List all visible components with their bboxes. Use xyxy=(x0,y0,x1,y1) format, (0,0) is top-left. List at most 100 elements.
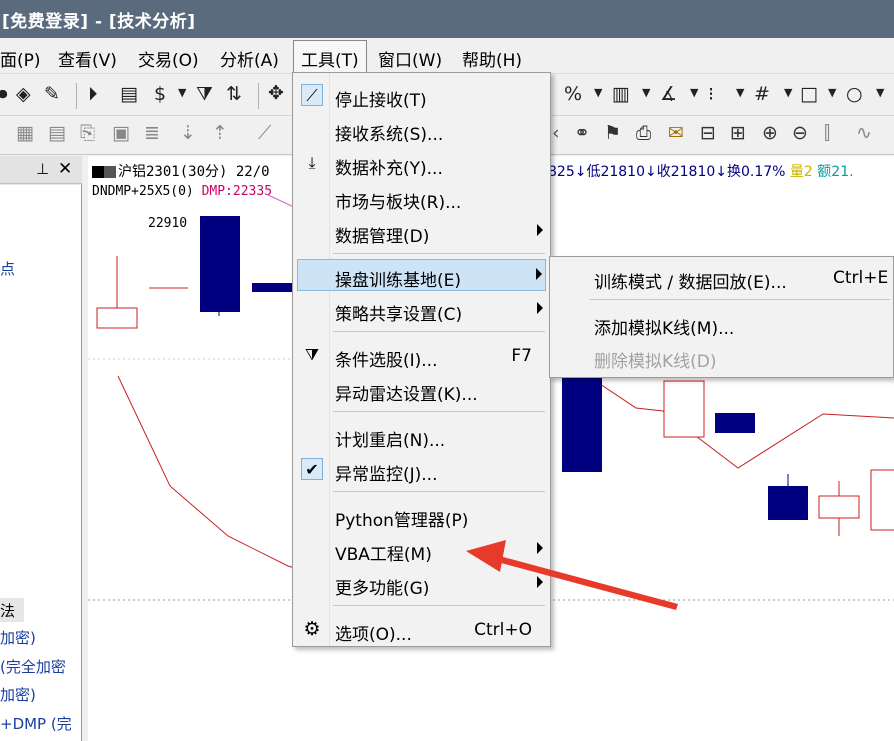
download-icon: ⤓ xyxy=(308,153,316,172)
tools-menu: ⟋ 停止接收(T) 接收系统(S)... ⤓ 数据补充(Y)... 市场与板块(… xyxy=(292,72,551,647)
angle-icon[interactable]: ∡ xyxy=(660,83,677,105)
menu-item-strategy-sharing[interactable]: 策略共享设置(C) xyxy=(293,293,550,325)
left-panel-header: ⊥ ✕ xyxy=(0,156,82,184)
print-icon[interactable]: ⎙ xyxy=(636,122,651,144)
left-panel-item[interactable]: +DMP (完 xyxy=(0,713,72,734)
submenu-arrow-icon xyxy=(537,576,543,588)
menu-item-anomaly-monitor[interactable]: ✔ 异常监控(J)... xyxy=(293,453,550,485)
menu-bar: 面(P) 查看(V) 交易(O) 分析(A) 工具(T) 窗口(W) 帮助(H) xyxy=(0,38,894,76)
left-panel-item[interactable]: 法 xyxy=(0,600,15,621)
title-bar: [免费登录] - [技术分析] xyxy=(0,0,894,38)
left-panel-item[interactable]: 加密) xyxy=(0,627,36,648)
menu-item-vba-project[interactable]: VBA工程(M) xyxy=(293,533,550,565)
submenu-item-training-mode[interactable]: 训练模式 / 数据回放(E)... Ctrl+E xyxy=(550,262,894,293)
edit-icon[interactable]: ✎ xyxy=(44,83,60,105)
chart-line-icon[interactable]: ⟋ xyxy=(258,122,271,144)
menu-help[interactable]: 帮助(H) xyxy=(462,46,522,71)
left-panel-item[interactable]: 加密) xyxy=(0,684,36,705)
columns-icon[interactable]: ▥ xyxy=(612,83,630,105)
dropdown-arrow-icon[interactable]: ▼ xyxy=(690,86,698,99)
menu-item-condition-screening[interactable]: ⧩ 条件选股(I)... F7 xyxy=(293,339,550,371)
dropdown-arrow-icon[interactable]: ▼ xyxy=(594,86,602,99)
list-icon[interactable]: ▤ xyxy=(48,122,66,144)
left-panel-item[interactable]: (完全加密 xyxy=(0,656,66,677)
link-icon: ⟋ xyxy=(301,84,323,106)
menu-tools[interactable]: 工具(T) xyxy=(293,40,367,76)
percent-icon[interactable]: % xyxy=(564,83,582,105)
menu-item-radar-settings[interactable]: 异动雷达设置(K)... xyxy=(293,373,550,405)
candle-down xyxy=(200,216,240,312)
stack-icon[interactable]: ≣ xyxy=(144,122,160,144)
training-submenu: 训练模式 / 数据回放(E)... Ctrl+E 添加模拟K线(M)... 删除… xyxy=(549,256,894,378)
dropdown-arrow-icon[interactable]: ▼ xyxy=(876,86,884,99)
submenu-arrow-icon xyxy=(537,224,543,236)
submenu-arrow-icon xyxy=(536,268,542,280)
filter-toolbar-icon[interactable]: ⧩ xyxy=(196,83,213,105)
menu-page[interactable]: 面(P) xyxy=(0,46,41,71)
save-icon[interactable]: ⊟ xyxy=(700,122,716,144)
binoculars-icon[interactable]: ⚭ xyxy=(574,122,590,144)
circle-icon[interactable]: ○ xyxy=(846,83,863,105)
candle-up xyxy=(870,469,894,531)
menu-item-data-supplement[interactable]: ⤓ 数据补充(Y)... xyxy=(293,147,550,179)
menu-item-python-manager[interactable]: Python管理器(P) xyxy=(293,499,550,531)
left-panel: ⊥ ✕ 点 法 加密) (完全加密 加密) +DMP (完 xyxy=(0,156,82,741)
bracket-icon[interactable]: ⁝ xyxy=(708,83,714,105)
menu-item-receive-system[interactable]: 接收系统(S)... xyxy=(293,113,550,145)
candle-up xyxy=(96,307,138,329)
gear-icon: ⚙ xyxy=(303,618,321,640)
dropdown-arrow-icon[interactable]: ▼ xyxy=(784,86,792,99)
menu-item-stop-receive[interactable]: ⟋ 停止接收(T) xyxy=(293,79,550,111)
zoom-out-icon[interactable]: ⊖ xyxy=(792,122,808,144)
sort-asc-icon[interactable]: ⇣ xyxy=(180,122,196,144)
submenu-item-delete-sim-kline: 删除模拟K线(D) xyxy=(594,352,717,372)
candle-up xyxy=(663,380,705,438)
rectangle-icon[interactable]: □ xyxy=(800,83,818,105)
back-icon[interactable]: ‹ xyxy=(552,122,560,144)
signal-icon[interactable]: ◈ xyxy=(16,83,31,105)
menu-trade[interactable]: 交易(O) xyxy=(138,46,199,71)
menu-item-training-base[interactable]: 操盘训练基地(E) xyxy=(297,259,546,291)
dropdown-arrow-icon[interactable]: ▼ xyxy=(828,86,836,99)
submenu-arrow-icon xyxy=(537,542,543,554)
sort-desc-icon[interactable]: ⇡ xyxy=(212,122,228,144)
candle-icon[interactable]: ⫿ xyxy=(824,122,830,144)
menu-item-market-sectors[interactable]: 市场与板块(R)... xyxy=(293,181,550,213)
move-icon[interactable]: ✥ xyxy=(268,82,284,104)
note-icon[interactable]: ✉ xyxy=(668,122,684,144)
menu-window[interactable]: 窗口(W) xyxy=(378,46,442,71)
record-icon[interactable]: ⏺ xyxy=(0,83,8,105)
dropdown-arrow-icon[interactable]: ▼ xyxy=(642,86,650,99)
menu-item-options[interactable]: ⚙ 选项(O)... Ctrl+O xyxy=(293,613,550,645)
dollar-icon[interactable]: $ xyxy=(154,83,166,105)
candle-down xyxy=(768,486,808,520)
dropdown-arrow-icon[interactable]: ▼ xyxy=(178,86,186,99)
menu-item-scheduled-restart[interactable]: 计划重启(N)... xyxy=(293,419,550,451)
grid-icon[interactable]: # xyxy=(754,83,770,105)
layout-icon[interactable]: ⊞ xyxy=(730,122,746,144)
table-icon[interactable]: ▦ xyxy=(16,122,34,144)
flag-icon[interactable]: ⚑ xyxy=(604,122,621,144)
dropdown-arrow-icon[interactable]: ▼ xyxy=(736,86,744,99)
window-icon[interactable]: ▣ xyxy=(112,122,130,144)
filter-icon: ⧩ xyxy=(304,345,320,364)
document-icon[interactable]: ▤ xyxy=(120,83,138,105)
menu-view[interactable]: 查看(V) xyxy=(58,46,117,71)
menu-item-more-features[interactable]: 更多功能(G) xyxy=(293,567,550,599)
close-icon[interactable]: ✕ xyxy=(58,159,72,179)
check-icon: ✔ xyxy=(301,458,323,480)
menu-item-data-management[interactable]: 数据管理(D) xyxy=(293,215,550,247)
copy-icon[interactable]: ⎘ xyxy=(80,122,95,144)
zoom-in-icon[interactable]: ⊕ xyxy=(762,122,778,144)
candle-up xyxy=(818,495,860,519)
candle-down xyxy=(715,413,755,433)
left-panel-item[interactable]: 点 xyxy=(0,258,15,279)
updown-icon[interactable]: ⇅ xyxy=(226,83,242,105)
submenu-item-add-sim-kline[interactable]: 添加模拟K线(M)... xyxy=(550,308,894,339)
play-icon[interactable]: ⏵ xyxy=(88,83,98,105)
window-title: [免费登录] - [技术分析] xyxy=(2,12,196,32)
menu-analysis[interactable]: 分析(A) xyxy=(220,46,279,71)
candle-down xyxy=(562,376,602,472)
wave-icon[interactable]: ∿ xyxy=(856,122,872,144)
pin-icon[interactable]: ⊥ xyxy=(36,160,49,178)
